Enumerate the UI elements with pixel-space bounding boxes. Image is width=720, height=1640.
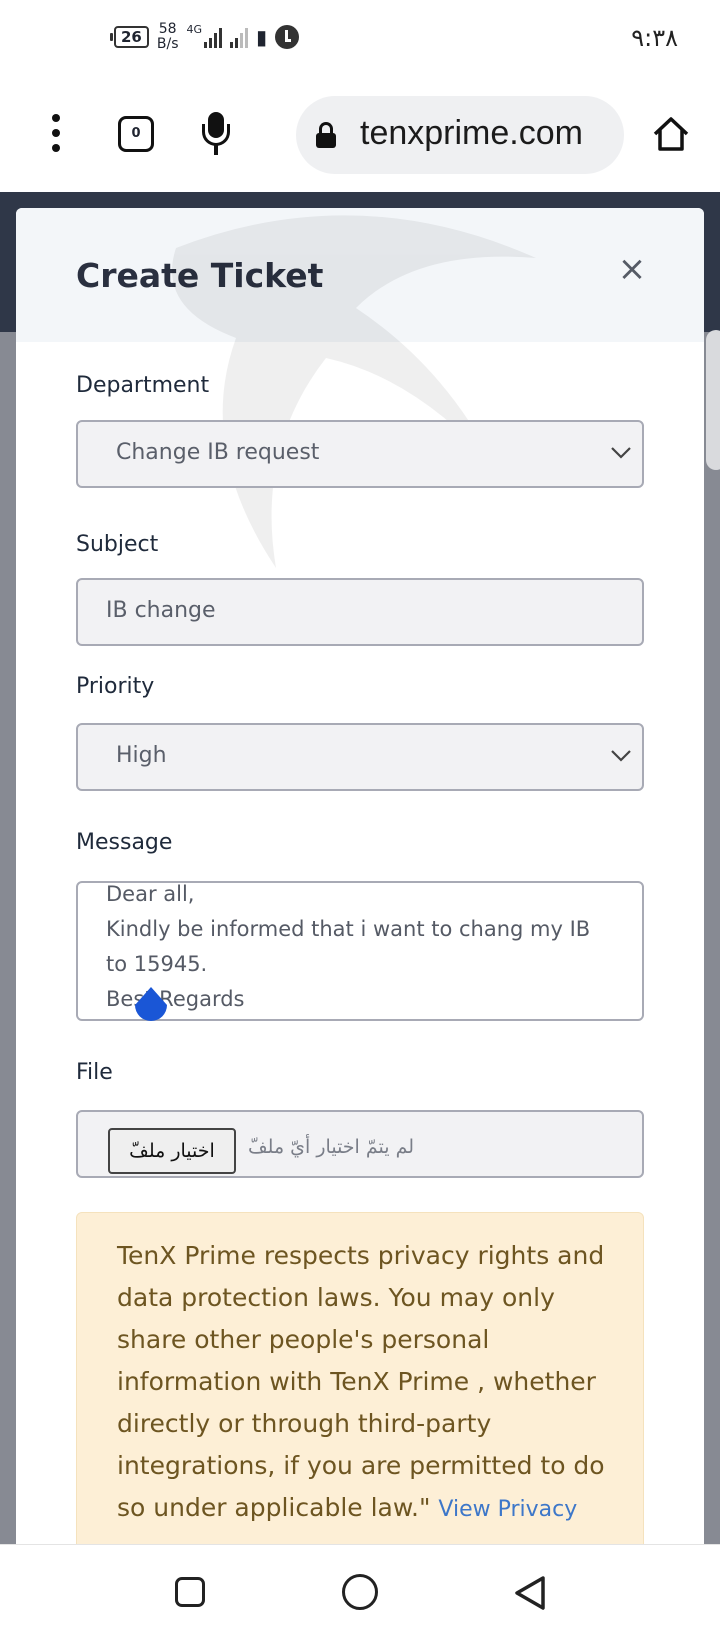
status-icons: 26 58 B/s 4G ▮ [110,22,300,52]
status-time: ٩:٣٨ [631,24,678,52]
chevron-down-icon [611,447,631,459]
tab-count: 0 [131,126,141,141]
department-value: Change IB request [116,440,320,465]
message-line: to 15945. [106,952,208,976]
department-label: Department [76,373,210,398]
address-bar[interactable]: tenxprime.com [296,96,624,174]
battery-level: 26 [121,28,142,46]
menu-icon[interactable] [50,114,62,154]
tab-switcher-icon[interactable]: 0 [118,116,154,152]
nav-recents-icon[interactable] [175,1577,205,1607]
text-selection-handle[interactable] [131,985,171,1025]
view-privacy-link[interactable]: View Privacy [438,1497,577,1522]
priority-select[interactable]: High [76,723,644,791]
url-text[interactable]: tenxprime.com [360,114,583,153]
message-text: Dear all, Kindly be informed that i want … [106,882,591,1017]
alarm-icon [275,25,300,49]
priority-value: High [116,743,167,768]
privacy-text: TenX Prime respects privacy rights and d… [117,1241,605,1522]
system-nav-bar [0,1544,720,1640]
chevron-down-icon [611,750,631,762]
message-line: Best Regards [106,987,245,1011]
scrollbar[interactable] [706,330,720,470]
mic-icon[interactable] [200,112,232,156]
lock-icon[interactable] [316,122,336,148]
network-type: 4G [186,22,203,36]
network-speed: 58 B/s [157,22,179,52]
nav-home-icon[interactable] [342,1574,378,1610]
close-icon[interactable]: × [614,252,650,288]
network-speed-unit: B/s [156,36,179,52]
network-speed-value: 58 [158,21,177,37]
vibrate-icon: ▮ [256,25,268,49]
priority-label: Priority [76,674,155,699]
choose-file-button[interactable]: اختيار ملفّ [108,1128,236,1174]
subject-label: Subject [76,532,159,557]
signal-strength-2-icon [230,26,249,48]
signal-strength-icon [204,26,223,48]
message-line: Dear all, [106,882,195,906]
file-input[interactable]: اختيار ملفّ لم يتمّ اختيار أيّ ملفّ [76,1110,644,1178]
subject-input[interactable]: IB change [76,578,644,646]
create-ticket-modal: Create Ticket × Department Change IB req… [16,208,704,1544]
nav-back-icon[interactable] [513,1575,547,1611]
file-label: File [76,1060,113,1085]
battery-icon: 26 [110,26,149,48]
message-line: Kindly be informed that i want to chang … [106,917,591,941]
status-bar: 26 58 B/s 4G ▮ ٩:٣٨ [0,0,720,80]
file-status: لم يتمّ اختيار أيّ ملفّ [248,1136,414,1158]
watermark-logo [172,215,536,569]
department-select[interactable]: Change IB request [76,420,644,488]
subject-value: IB change [106,598,216,623]
message-label: Message [76,830,173,855]
privacy-notice: TenX Prime respects privacy rights and d… [76,1212,644,1544]
browser-toolbar: 0 tenxprime.com [0,80,720,192]
home-icon[interactable] [651,114,691,154]
